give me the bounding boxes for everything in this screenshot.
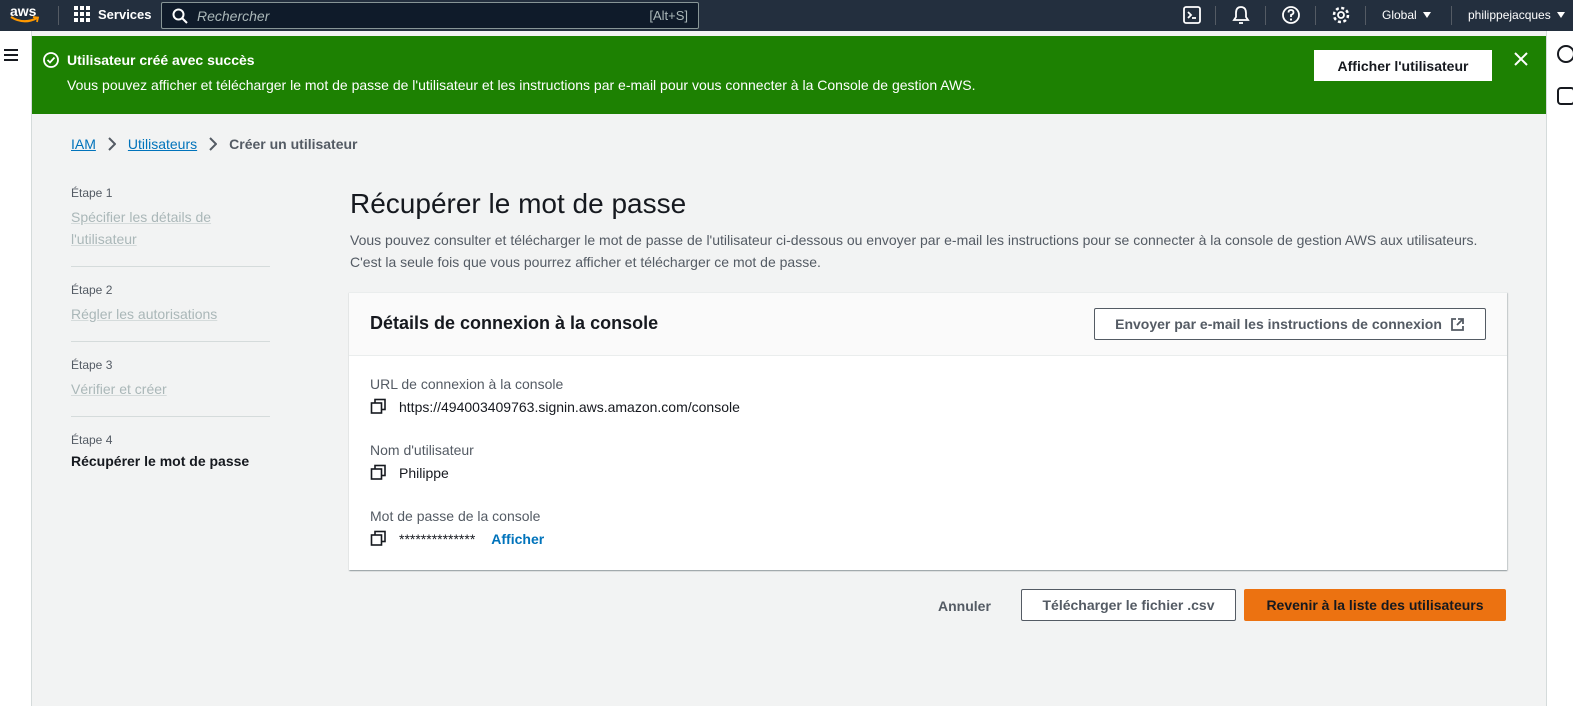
page-title: Récupérer le mot de passe (350, 188, 687, 219)
aws-smile-icon (10, 16, 40, 23)
breadcrumb-users[interactable]: Utilisateurs (128, 136, 197, 152)
wizard-step: Étape 4 Récupérer le mot de passe (71, 433, 270, 485)
nav-divider (58, 6, 59, 25)
wizard-step: Étape 1 Spécifier les détails de l'utili… (71, 186, 270, 267)
step-number: Étape 4 (71, 433, 113, 447)
settings-icon[interactable] (1331, 5, 1351, 25)
account-menu[interactable]: philippejacques (1468, 8, 1565, 22)
view-user-button[interactable]: Afficher l'utilisateur (1314, 50, 1492, 81)
region-label: Global (1382, 8, 1417, 22)
notifications-icon[interactable] (1231, 5, 1251, 25)
help-icon[interactable] (1281, 5, 1301, 25)
settings-panel-icon[interactable] (1557, 87, 1573, 105)
step-link-details[interactable]: Spécifier les détails de l'utilisateur (71, 206, 270, 250)
info-icon[interactable] (1557, 45, 1573, 63)
nav-divider (1215, 6, 1216, 25)
search-icon (172, 8, 188, 24)
copy-icon[interactable] (370, 530, 387, 547)
step-number: Étape 3 (71, 358, 113, 372)
download-csv-button[interactable]: Télécharger le fichier .csv (1021, 589, 1236, 621)
caret-down-icon (1556, 12, 1565, 18)
wizard-step: Étape 3 Vérifier et créer (71, 358, 270, 417)
field-value-row: Philippe (370, 464, 474, 481)
step-number: Étape 1 (71, 186, 113, 200)
success-flashbar: Utilisateur créé avec succès Vous pouvez… (32, 36, 1546, 114)
chevron-right-icon (108, 137, 116, 151)
success-check-icon (43, 52, 59, 68)
username-field: Nom d'utilisateur Philippe (370, 442, 474, 481)
console-signin-details-card: Détails de connexion à la console Envoye… (349, 292, 1507, 570)
nav-divider (1365, 6, 1366, 25)
show-password-link[interactable]: Afficher (491, 531, 544, 547)
search-shortcut: [Alt+S] (649, 8, 688, 23)
region-selector[interactable]: Global (1382, 8, 1431, 22)
field-value-row: https://494003409763.signin.aws.amazon.c… (370, 398, 740, 415)
wizard-step: Étape 2 Régler les autorisations (71, 283, 270, 342)
nav-divider (1315, 6, 1316, 25)
breadcrumb-current: Créer un utilisateur (229, 136, 358, 152)
field-label: URL de connexion à la console (370, 376, 564, 392)
wizard-steps: Étape 1 Spécifier les détails de l'utili… (71, 186, 270, 501)
field-label: Mot de passe de la console (370, 508, 541, 524)
description-line: Vous pouvez consulter et télécharger le … (350, 232, 1478, 248)
cancel-button[interactable]: Annuler (924, 596, 1005, 616)
step-number: Étape 2 (71, 283, 113, 297)
copy-icon[interactable] (370, 464, 387, 481)
services-label: Services (98, 6, 152, 22)
flash-title: Utilisateur créé avec succès (67, 52, 255, 68)
page-description: Vous pouvez consulter et télécharger le … (350, 229, 1510, 273)
breadcrumb-iam[interactable]: IAM (71, 136, 96, 152)
password-masked-value: ************** (399, 530, 476, 547)
tools-panel (1546, 31, 1573, 706)
breadcrumb: IAM Utilisateurs Créer un utilisateur (71, 136, 358, 152)
aws-logo[interactable]: aws (10, 3, 44, 29)
search-placeholder: Rechercher (197, 8, 270, 24)
account-name: philippejacques (1468, 8, 1551, 22)
password-field: Mot de passe de la console *************… (370, 508, 544, 547)
cloudshell-icon[interactable] (1182, 5, 1202, 25)
field-label: Nom d'utilisateur (370, 442, 474, 458)
email-button-label: Envoyer par e-mail les instructions de c… (1115, 316, 1442, 332)
chevron-right-icon (209, 137, 218, 151)
copy-icon[interactable] (370, 398, 387, 415)
grid-icon (74, 6, 90, 22)
nav-divider (1265, 6, 1266, 25)
menu-icon[interactable] (4, 49, 18, 64)
flash-message: Vous pouvez afficher et télécharger le m… (67, 77, 976, 93)
services-menu-button[interactable]: Services (74, 6, 152, 22)
field-value-row: ************** Afficher (370, 530, 544, 547)
step-current: Récupérer le mot de passe (71, 453, 250, 469)
caret-down-icon (1422, 12, 1431, 18)
close-icon[interactable] (1513, 51, 1529, 67)
card-header: Détails de connexion à la console Envoye… (349, 293, 1507, 356)
console-url-field: URL de connexion à la console https://49… (370, 376, 740, 415)
top-navigation: aws Services Rechercher [Alt+S] Global p… (0, 0, 1573, 31)
email-instructions-button[interactable]: Envoyer par e-mail les instructions de c… (1094, 308, 1486, 340)
return-to-users-button[interactable]: Revenir à la liste des utilisateurs (1244, 589, 1506, 621)
card-title: Détails de connexion à la console (370, 313, 659, 333)
side-nav-toggle-panel (0, 31, 32, 706)
search-input[interactable]: Rechercher [Alt+S] (161, 2, 699, 29)
nav-divider (1451, 6, 1452, 25)
description-line: C'est la seule fois que vous pourrez aff… (350, 254, 821, 270)
console-url-value: https://494003409763.signin.aws.amazon.c… (399, 398, 740, 415)
external-link-icon (1450, 317, 1464, 331)
step-link-permissions[interactable]: Régler les autorisations (71, 303, 270, 325)
step-link-review[interactable]: Vérifier et créer (71, 378, 270, 400)
username-value: Philippe (399, 464, 449, 481)
